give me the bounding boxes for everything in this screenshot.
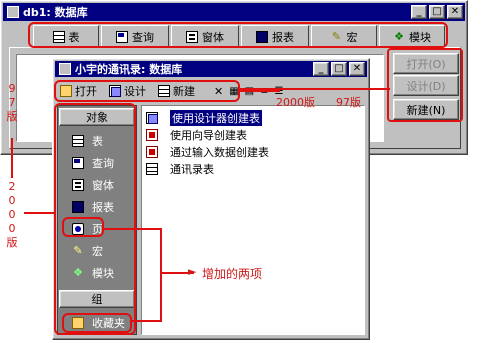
minimize-icon[interactable]: _	[313, 62, 329, 76]
arrow-2000-line	[240, 90, 280, 92]
arrow-97-to-buttons	[360, 88, 390, 90]
list-item[interactable]: 使用设计器创建表	[146, 110, 262, 126]
highlight-toolbar-2000	[54, 80, 240, 102]
object-list: 使用设计器创建表 使用向导创建表 通过输入数据创建表 通讯录表	[141, 105, 365, 335]
label-added-two-items: 增加的两项	[202, 267, 263, 281]
close-icon[interactable]: ✕	[349, 62, 365, 76]
list-item[interactable]: 通过输入数据创建表	[146, 144, 269, 160]
label-97-version: 97版	[336, 96, 361, 109]
inner-window-title: 小宇的通讯录: 数据库	[75, 63, 183, 76]
added-items-connector-top	[104, 228, 162, 230]
table-icon	[146, 163, 158, 175]
datasheet-icon	[146, 146, 158, 158]
inner-titlebar: 小宇的通讯录: 数据库 _ □ ✕	[55, 61, 367, 77]
highlight-page-item	[62, 217, 104, 237]
added-items-connector-vertical	[160, 228, 162, 322]
highlight-tabs-97	[28, 22, 448, 48]
highlight-buttons-97	[387, 48, 463, 122]
list-item[interactable]: 使用向导创建表	[146, 127, 247, 143]
left-bracket-horizontal	[24, 212, 54, 214]
close-icon[interactable]: ✕	[447, 5, 463, 19]
wizard-icon	[146, 129, 158, 141]
highlight-favorites-item	[62, 313, 132, 333]
added-items-arrowhead: ►	[188, 265, 197, 278]
maximize-icon[interactable]: □	[429, 5, 445, 19]
left-vertical-arrow	[11, 138, 13, 178]
list-item[interactable]: 通讯录表	[146, 161, 214, 177]
design-icon	[146, 112, 158, 124]
db-icon	[59, 63, 71, 75]
minimize-icon[interactable]: _	[411, 5, 427, 19]
label-2000-version: 2000版	[276, 96, 315, 109]
maximize-icon[interactable]: □	[331, 62, 347, 76]
outer-window-title: db1: 数据库	[23, 6, 88, 19]
db-icon	[7, 6, 19, 18]
outer-titlebar: db1: 数据库 _ □ ✕	[3, 3, 465, 21]
added-items-connector-bottom	[132, 320, 162, 322]
